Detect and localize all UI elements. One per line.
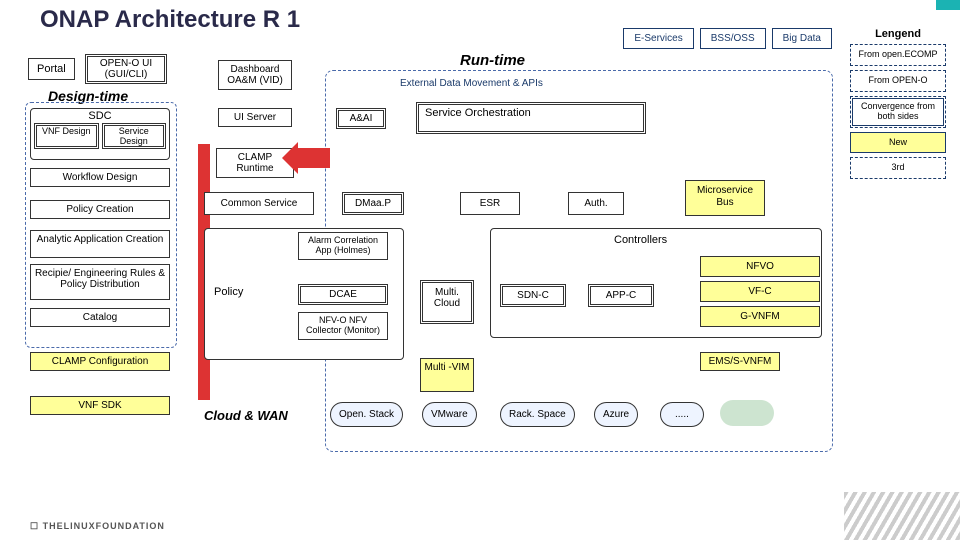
dmaap-box: DMaa.P <box>342 192 404 215</box>
runtime-heading: Run-time <box>460 52 525 69</box>
page-title: ONAP Architecture R 1 <box>40 6 300 34</box>
dashboard-box: Dashboard OA&M (VID) <box>218 60 292 90</box>
portal-box: Portal <box>28 58 75 80</box>
legend-new: New <box>850 132 946 154</box>
gear-cloud-icon <box>720 400 774 426</box>
legend-title: Lengend <box>850 28 946 40</box>
appc-box: APP-C <box>588 284 654 307</box>
apis-label: External Data Movement & APIs <box>400 78 543 89</box>
policy-creation-box: Policy Creation <box>30 200 170 219</box>
cloud-azure: Azure <box>594 402 638 427</box>
policy-label: Policy <box>214 286 243 298</box>
cloud-rackspace: Rack. Space <box>500 402 575 427</box>
linux-foundation-logo: ☐ THELINUXFOUNDATION <box>30 521 165 532</box>
nfvo-collector-box: NFV-O NFV Collector (Monitor) <box>298 312 388 340</box>
aai-box: A&AI <box>336 108 386 129</box>
service-design-box: Service Design <box>102 123 167 149</box>
legend-convergence: Convergence from both sides <box>850 96 946 128</box>
red-arrow-icon <box>296 148 330 168</box>
legend-3rd: 3rd <box>850 157 946 179</box>
common-service-box: Common Service <box>204 192 314 215</box>
catalog-box: Catalog <box>30 308 170 327</box>
cloud-wan-heading: Cloud & WAN <box>204 408 288 423</box>
vnf-sdk-box: VNF SDK <box>30 396 170 415</box>
vfc-box: VF-C <box>700 281 820 302</box>
service-orch-box: Service Orchestration <box>416 102 646 134</box>
esr-box: ESR <box>460 192 520 215</box>
sdc-container: SDC VNF Design Service Design <box>30 108 170 160</box>
box-eservices: E-Services <box>623 28 693 49</box>
sdc-label: SDC <box>31 109 169 123</box>
cloud-more: ..... <box>660 402 704 427</box>
cloud-openstack: Open. Stack <box>330 402 403 427</box>
box-bss-oss: BSS/OSS <box>700 28 766 49</box>
vnf-design-box: VNF Design <box>34 123 99 149</box>
microservice-bus-box: Microservice Bus <box>685 180 765 216</box>
alarm-holmes-box: Alarm Correlation App (Holmes) <box>298 232 388 260</box>
legend: Lengend From open.ECOMP From OPEN-O Conv… <box>850 28 946 183</box>
box-big-data: Big Data <box>772 28 832 49</box>
multicloud-box: Multi. Cloud <box>420 280 474 324</box>
decorative-stripes <box>844 492 960 540</box>
recipie-box: Recipie/ Engineering Rules & Policy Dist… <box>30 264 170 300</box>
auth-box: Auth. <box>568 192 624 215</box>
accent-corner <box>936 0 960 10</box>
cloud-vmware: VMware <box>422 402 477 427</box>
sdnc-box: SDN-C <box>500 284 566 307</box>
gvnfm-box: G-VNFM <box>700 306 820 327</box>
legend-ecomp: From open.ECOMP <box>850 44 946 66</box>
controllers-label: Controllers <box>614 234 667 246</box>
analytic-app-box: Analytic Application Creation <box>30 230 170 258</box>
legend-openo: From OPEN-O <box>850 70 946 92</box>
ui-server-box: UI Server <box>218 108 292 127</box>
openo-ui-box: OPEN-O UI (GUI/CLI) <box>85 54 167 84</box>
clamp-config-box: CLAMP Configuration <box>30 352 170 371</box>
ems-svnfm-box: EMS/S-VNFM <box>700 352 780 371</box>
dcae-box: DCAE <box>298 284 388 305</box>
nfvo-box: NFVO <box>700 256 820 277</box>
multi-vim-box: Multi -VIM <box>420 358 474 392</box>
workflow-design-box: Workflow Design <box>30 168 170 187</box>
external-actors: E-Services BSS/OSS Big Data <box>623 28 832 49</box>
vert-stack: NFVO VF-C G-VNFM <box>700 256 820 331</box>
